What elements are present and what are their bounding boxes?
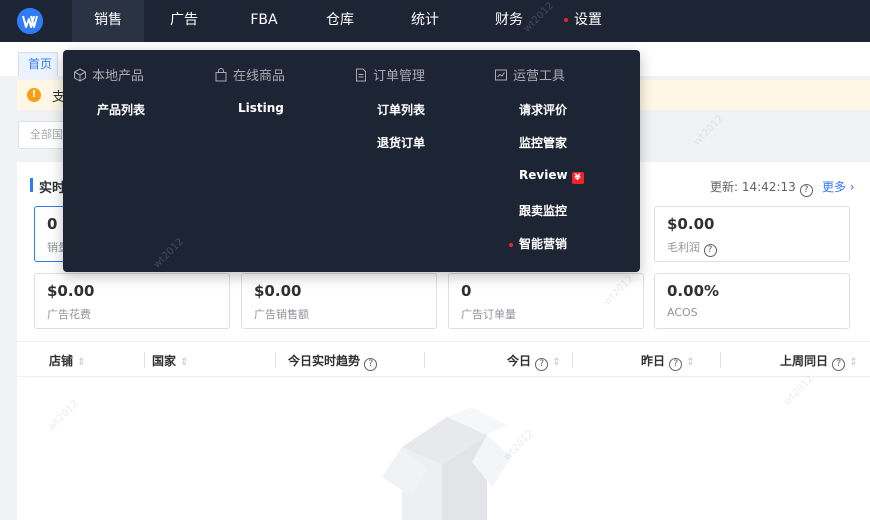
help-icon[interactable]: ? — [832, 358, 846, 371]
menu-group-title: 在线商品 — [233, 69, 286, 84]
nav-warehouse[interactable]: 仓库 — [317, 0, 363, 42]
nav-finance[interactable]: 财务 — [484, 0, 534, 42]
menu-group-title: 本地产品 — [92, 69, 145, 84]
app-logo[interactable] — [17, 8, 43, 34]
metric-card-ad-spend[interactable]: $0.00 广告花费 — [34, 273, 230, 329]
sort-icon[interactable]: ⇕ — [77, 357, 85, 368]
menu-group-title: 运营工具 — [513, 69, 566, 84]
watermark: wt2012 — [691, 113, 726, 148]
metric-value: $0.00 — [667, 215, 715, 233]
menu-group-title: 订单管理 — [373, 69, 426, 84]
nav-fba[interactable]: FBA — [236, 0, 292, 42]
menu-group-order-management: 订单管理 — [354, 65, 425, 84]
metric-label: 广告订单量 — [461, 308, 516, 321]
menu-item-product-list[interactable]: 产品列表 — [97, 101, 145, 118]
menu-item-follow-sell-monitor[interactable]: 跟卖监控 — [519, 202, 567, 219]
column-label: 今日实时趋势 — [288, 354, 361, 368]
help-icon[interactable]: ? — [799, 184, 813, 197]
top-nav-bar: 销售 广告 FBA 仓库 统计 财务 设置 — [0, 0, 870, 42]
menu-item-label: 智能营销 — [519, 237, 568, 251]
cube-icon — [74, 68, 86, 82]
nav-ads[interactable]: 广告 — [160, 0, 208, 42]
sort-icon[interactable]: ⇕ — [849, 357, 857, 368]
nav-settings-label: 设置 — [574, 12, 602, 28]
column-divider — [720, 352, 721, 368]
column-label: 店铺 — [49, 354, 74, 368]
column-divider — [424, 352, 425, 368]
help-icon[interactable]: ? — [669, 358, 683, 371]
update-label: 更新: 14:42:13 — [710, 180, 796, 194]
document-icon — [356, 68, 366, 82]
metric-card-gross-profit[interactable]: $0.00 毛利润 ? — [654, 206, 850, 262]
menu-item-review[interactable]: Review ¥ — [519, 168, 584, 184]
more-link[interactable]: 更多 › — [822, 178, 855, 195]
nav-statistics[interactable]: 统计 — [400, 0, 450, 42]
empty-state-box-icon — [382, 407, 512, 520]
menu-item-return-orders[interactable]: 退货订单 — [377, 134, 425, 151]
menu-group-local-products: 本地产品 — [73, 65, 144, 84]
new-dot-icon — [564, 18, 568, 22]
menu-group-operation-tools: 运营工具 — [494, 65, 565, 84]
nav-sales[interactable]: 销售 — [72, 0, 144, 42]
help-icon[interactable]: ? — [364, 358, 378, 371]
warning-icon: ! — [27, 88, 41, 102]
new-dot-icon — [509, 242, 513, 247]
metric-label: 毛利润 ? — [667, 239, 717, 257]
update-time: 更新: 14:42:13 ? — [710, 178, 813, 197]
metric-card-ad-orders[interactable]: 0 广告订单量 — [448, 273, 644, 329]
metric-card-acos[interactable]: 0.00% ACOS — [654, 273, 850, 329]
menu-item-monitor-manager[interactable]: 监控管家 — [519, 134, 567, 151]
tab-home[interactable]: 首页 — [18, 52, 58, 76]
column-divider — [144, 352, 145, 368]
column-last-week[interactable]: 上周同日 ? ⇕ — [780, 352, 858, 371]
column-shop[interactable]: 店铺 ⇕ — [49, 352, 86, 369]
column-label: 上周同日 — [780, 354, 829, 368]
metric-value: 0 — [47, 215, 58, 233]
column-today[interactable]: 今日 ? ⇕ — [507, 352, 561, 371]
help-icon[interactable]: ? — [535, 358, 549, 371]
menu-group-online-products: 在线商品 — [214, 65, 285, 84]
nav-settings[interactable]: 设置 — [558, 0, 608, 42]
column-today-trend: 今日实时趋势 ? — [288, 352, 378, 371]
metric-label: 广告花费 — [47, 308, 91, 321]
metric-value: 0 — [461, 282, 472, 300]
sales-dropdown-menu: 本地产品 在线商品 订单管理 运营工具 产品列表 Listing 订单列表 退货… — [63, 50, 640, 272]
column-yesterday[interactable]: 昨日 ? ⇕ — [641, 352, 695, 371]
menu-item-order-list[interactable]: 订单列表 — [377, 101, 425, 118]
metric-label: ACOS — [667, 306, 698, 319]
logo-icon — [17, 8, 43, 34]
menu-item-listing[interactable]: Listing — [238, 101, 284, 115]
metric-label-text: 毛利润 — [667, 241, 700, 254]
column-country[interactable]: 国家 ⇕ — [152, 352, 189, 369]
menu-item-smart-marketing[interactable]: 智能营销 — [509, 235, 567, 252]
metric-value: $0.00 — [47, 282, 95, 300]
menu-item-label: Review — [519, 168, 568, 182]
sort-icon[interactable]: ⇕ — [686, 357, 694, 368]
column-label: 国家 — [152, 354, 177, 368]
column-label: 今日 — [507, 354, 532, 368]
metric-card-ad-sales[interactable]: $0.00 广告销售额 — [241, 273, 437, 329]
metric-value: 0.00% — [667, 282, 720, 300]
paid-badge-icon: ¥ — [571, 172, 584, 184]
section-title: 实时 — [39, 181, 66, 196]
bag-icon — [215, 68, 227, 82]
chart-icon — [495, 69, 507, 81]
sort-icon[interactable]: ⇕ — [552, 357, 560, 368]
metric-value: $0.00 — [254, 282, 302, 300]
column-label: 昨日 — [641, 354, 666, 368]
table-header: 店铺 ⇕ 国家 ⇕ 今日实时趋势 ? 今日 ? ⇕ 昨日 ? ⇕ 上周同日 ? … — [17, 341, 870, 377]
menu-item-request-review[interactable]: 请求评价 — [519, 101, 567, 118]
column-divider — [275, 352, 276, 368]
metric-label: 广告销售额 — [254, 308, 309, 321]
help-icon[interactable]: ? — [703, 244, 717, 257]
sort-icon[interactable]: ⇕ — [180, 357, 188, 368]
column-divider — [572, 352, 573, 368]
section-marker — [30, 178, 33, 192]
